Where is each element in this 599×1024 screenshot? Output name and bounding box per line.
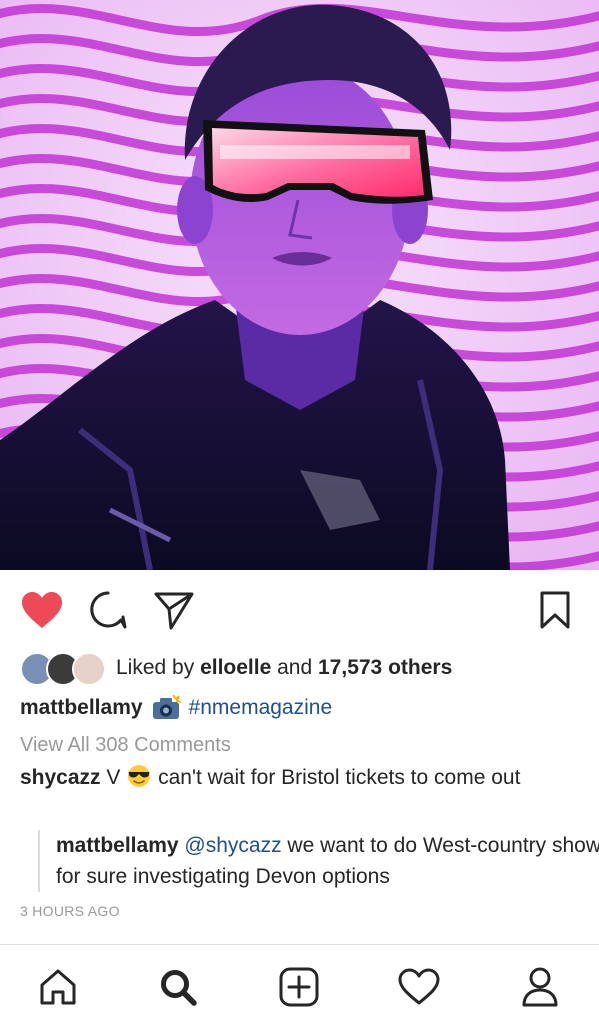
likes-prefix: Liked by [116,656,195,679]
reply-mention[interactable]: @shycazz [184,834,281,857]
post-timestamp: 3 HOURS AGO [20,903,120,919]
post-caption: mattbellamy #nmemagazine [20,688,332,728]
tab-search[interactable] [154,963,202,1011]
bookmark-icon [540,591,570,629]
post-image[interactable] [0,0,599,570]
post-photo [0,0,599,570]
tab-home[interactable] [34,963,82,1011]
reply-username[interactable]: mattbellamy [56,834,179,857]
sunglasses-emoji [128,765,151,787]
like-button[interactable] [18,588,66,632]
post-actions [0,570,599,648]
comment-username[interactable]: shycazz [20,766,101,789]
caption-hashtag[interactable]: #nmemagazine [189,696,333,720]
comment: shycazz V can't wait for Bristol tickets… [20,762,580,793]
camera-flash-emoji [152,695,181,719]
add-post-icon [279,967,319,1007]
tab-profile[interactable] [516,963,564,1011]
search-icon [161,970,197,1006]
avatar [72,652,106,686]
save-button[interactable] [532,588,578,632]
comment-reply: mattbellamy @shycazz we want to do West-… [38,830,599,892]
liker-username[interactable]: elloelle [200,656,271,679]
comment-icon [90,591,127,629]
home-icon [40,969,76,1005]
heart-icon [398,968,440,1005]
comment-text: can't wait for Bristol tickets to come o… [158,766,521,789]
tab-activity[interactable] [395,963,443,1011]
share-button[interactable] [151,588,197,632]
likes-and: and [277,656,313,679]
liker-avatars [20,650,106,686]
likes-text: Liked by elloelle and 17,573 others [116,656,452,680]
tab-add-post[interactable] [275,963,323,1011]
share-icon [154,592,194,630]
bottom-tab-bar [0,945,599,1024]
profile-icon [522,967,558,1007]
comment-button[interactable] [85,588,131,632]
comment-prefix-text: V [106,766,121,789]
caption-username[interactable]: mattbellamy [20,696,143,720]
view-all-comments-link[interactable]: View All 308 Comments [20,728,231,762]
likes-summary[interactable]: Liked by elloelle and 17,573 others [20,648,452,688]
heart-filled-icon [22,592,62,628]
likes-count[interactable]: 17,573 others [318,656,452,679]
